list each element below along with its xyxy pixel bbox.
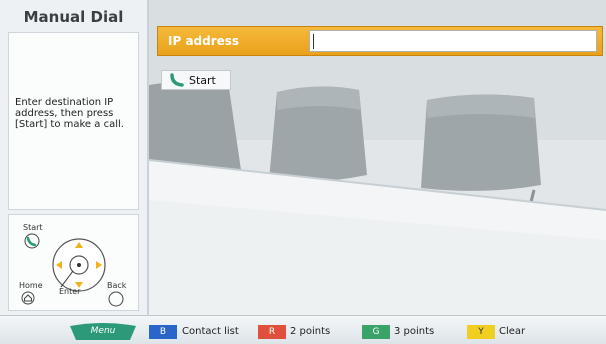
menu-button-label: Menu (90, 326, 116, 336)
dpad-icon (52, 238, 106, 292)
phone-handset-icon (170, 73, 184, 87)
page-title: Manual Dial (23, 8, 124, 26)
instructions-box: Enter destination IP address, then press… (8, 32, 139, 210)
remote-back-label: Back (107, 281, 127, 290)
start-call-icon (24, 233, 40, 249)
red-key-badge: R (258, 325, 286, 339)
remote-enter-label: Enter (59, 287, 81, 296)
text-caret (313, 34, 314, 49)
instructions-text: Enter destination IP address, then press… (15, 97, 124, 130)
clear-button[interactable]: Clear (499, 325, 525, 339)
menu-button[interactable]: Menu (70, 322, 136, 340)
remote-guide: Start Home Enter Back (8, 214, 139, 311)
green-key-badge: G (362, 325, 390, 339)
ip-address-row: IP address (157, 26, 603, 56)
start-button-label: Start (189, 74, 216, 87)
yellow-key-badge: Y (467, 325, 495, 339)
left-panel: Manual Dial Enter destination IP address… (0, 0, 149, 315)
back-icon (108, 291, 124, 307)
bottom-bar: Menu B Contact list R 2 points G 3 point… (0, 315, 606, 344)
two-points-button[interactable]: 2 points (290, 325, 330, 339)
contact-list-button[interactable]: Contact list (182, 325, 239, 339)
ip-address-input[interactable] (309, 30, 597, 52)
three-points-button[interactable]: 3 points (394, 325, 434, 339)
start-button[interactable]: Start (161, 70, 231, 90)
remote-start-label: Start (23, 223, 43, 232)
ip-address-label: IP address (168, 34, 240, 48)
blue-key-badge: B (149, 325, 177, 339)
remote-home-label: Home (19, 281, 43, 290)
home-icon (21, 291, 35, 305)
